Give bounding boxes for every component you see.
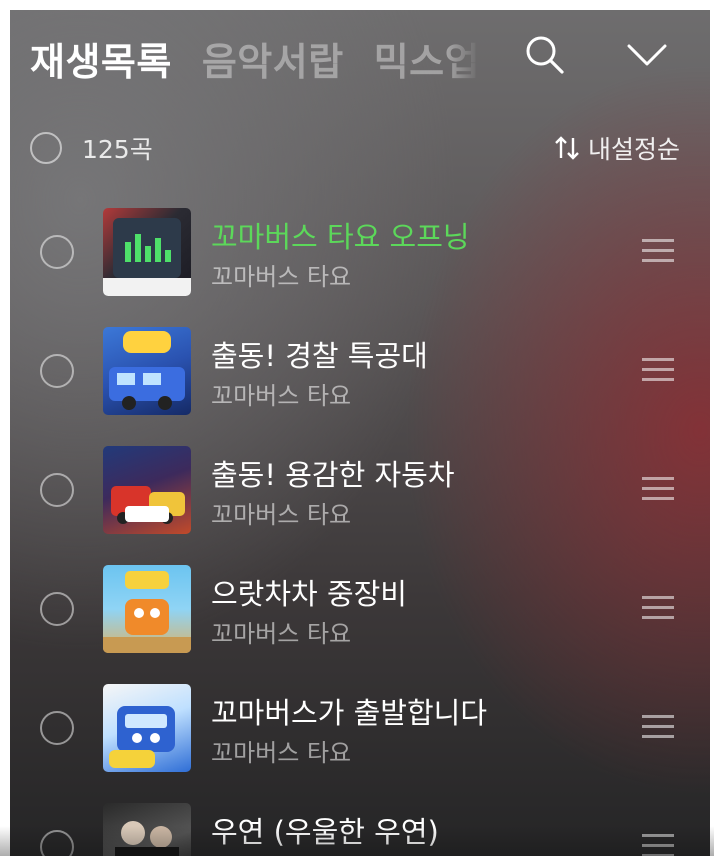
track-select-checkbox[interactable] — [40, 354, 74, 388]
reorder-handle-icon[interactable] — [642, 596, 674, 620]
album-art-image — [103, 571, 191, 653]
track-artist: 꼬마버스 타요 — [211, 739, 352, 767]
sort-arrows-icon — [555, 136, 579, 160]
album-art — [103, 327, 191, 415]
album-art-image — [115, 821, 179, 856]
track-title: 출동! 경찰 특공대 — [211, 339, 428, 373]
select-all-checkbox[interactable] — [30, 132, 62, 164]
reorder-handle-icon[interactable] — [642, 834, 674, 856]
search-button[interactable] — [520, 30, 570, 80]
tab-music-drawer[interactable]: 음악서랍 — [202, 31, 344, 86]
album-art — [103, 565, 191, 653]
search-icon — [526, 36, 564, 74]
sort-label: 내설정순 — [587, 135, 680, 164]
sort-button[interactable]: 내설정순 — [554, 130, 680, 166]
album-art-image — [111, 486, 185, 524]
track-select-checkbox[interactable] — [40, 592, 74, 626]
chevron-down-icon — [627, 44, 667, 66]
track-title: 출동! 용감한 자동차 — [211, 458, 455, 492]
reorder-handle-icon[interactable] — [642, 477, 674, 501]
album-art-image — [109, 331, 185, 410]
album-art — [103, 208, 191, 296]
track-title: 으랏차차 중장비 — [211, 577, 407, 611]
track-select-checkbox[interactable] — [40, 711, 74, 745]
track-count: 125곡 — [82, 135, 153, 164]
reorder-handle-icon[interactable] — [642, 239, 674, 263]
track-artist: 꼬마버스 타요 — [211, 382, 352, 410]
track-select-checkbox[interactable] — [40, 830, 74, 856]
album-art — [103, 684, 191, 772]
track-row[interactable]: 출동! 용감한 자동차 꼬마버스 타요 — [0, 432, 714, 534]
playlist-toolbar: 125곡 내설정순 — [30, 128, 680, 168]
track-select-checkbox[interactable] — [40, 473, 74, 507]
album-art-image — [103, 218, 191, 296]
track-row[interactable]: 우연 (우울한 우연) — [0, 789, 714, 856]
track-artist: 꼬마버스 타요 — [211, 620, 352, 648]
track-row[interactable]: 꼬마버스가 출발합니다 꼬마버스 타요 — [0, 670, 714, 772]
reorder-handle-icon[interactable] — [642, 715, 674, 739]
track-artist: 꼬마버스 타요 — [211, 501, 352, 529]
track-select-checkbox[interactable] — [40, 235, 74, 269]
album-art — [103, 446, 191, 534]
track-title: 우연 (우울한 우연) — [211, 815, 439, 849]
track-row[interactable]: 꼬마버스 타요 오프닝 꼬마버스 타요 — [0, 194, 714, 296]
tab-playlist[interactable]: 재생목록 — [30, 31, 172, 86]
album-art-image — [109, 706, 175, 768]
track-artist: 꼬마버스 타요 — [211, 263, 352, 291]
top-tab-bar: 재생목록 음악서랍 믹스업 — [30, 28, 480, 88]
track-row[interactable]: 으랏차차 중장비 꼬마버스 타요 — [0, 551, 714, 653]
track-title: 꼬마버스 타요 오프닝 — [211, 220, 470, 254]
album-art — [103, 803, 191, 856]
track-row[interactable]: 출동! 경찰 특공대 꼬마버스 타요 — [0, 313, 714, 415]
reorder-handle-icon[interactable] — [642, 358, 674, 382]
tab-mixup[interactable]: 믹스업 — [374, 31, 480, 86]
track-title: 꼬마버스가 출발합니다 — [211, 696, 488, 730]
collapse-button[interactable] — [622, 30, 672, 80]
